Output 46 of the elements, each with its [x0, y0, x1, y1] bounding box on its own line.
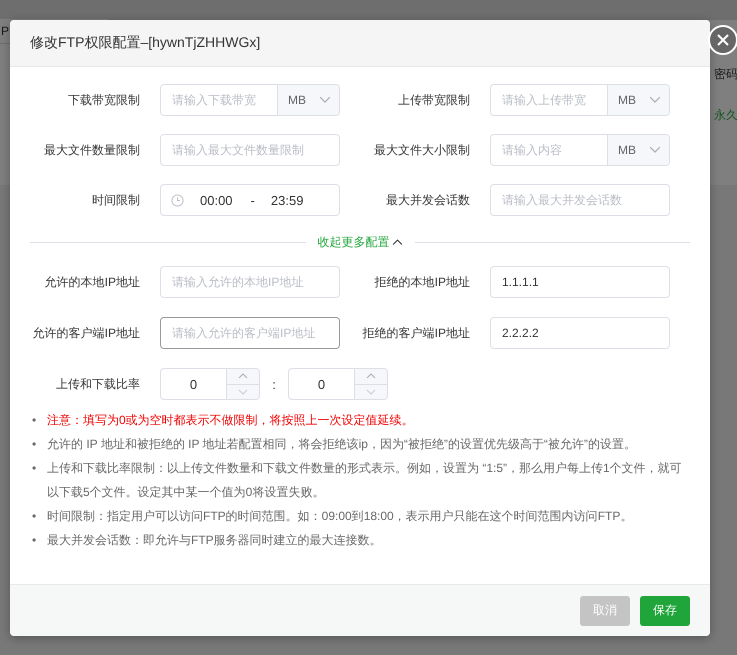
chevron-down-icon [238, 388, 248, 395]
input-field[interactable]: 1.1.1.1 [490, 266, 670, 298]
clock-icon [171, 194, 184, 206]
field-label: 最大文件大小限制 [373, 142, 470, 158]
bullet: • [32, 412, 38, 429]
unit-select[interactable]: MB [277, 85, 339, 115]
field-label: 允许的客户端IP地址 [32, 324, 140, 342]
field-label: 上传和下载比率 [55, 376, 140, 392]
note-text: 允许的 IP 地址和被拒绝的 IP 地址若配置相同，将会拒绝该ip，因为“被拒绝”的设置优先级高于“被允许”的设置。 [47, 436, 636, 453]
bandwidth-field[interactable]: 请输入下载带宽 MB [160, 84, 340, 116]
bandwidth-field[interactable]: 请输入内容 MB [490, 134, 670, 166]
note-text: 最大并发会话数：即允许与FTP服务器同时建立的最大连接数。 [47, 532, 382, 549]
chevron-down-icon [319, 96, 331, 104]
bullet: • [32, 508, 38, 525]
field-label: 拒绝的客户端IP地址 [362, 324, 470, 342]
unit-select[interactable]: MB [607, 135, 669, 165]
input-field[interactable]: 2.2.2.2 [490, 317, 670, 349]
bullet: • [32, 460, 38, 477]
field-label: 允许的本地IP地址 [44, 274, 140, 290]
field-label: 下载带宽限制 [67, 92, 140, 108]
time-range-field[interactable]: 00:00 - 23:59 [160, 184, 340, 216]
field-label: 上传带宽限制 [397, 92, 470, 108]
note-text: 注意：填写为0或为空时都表示不做限制，将按照上一次设定值延续。 [47, 412, 414, 429]
number-field[interactable]: 0 [160, 368, 260, 400]
dialog-title: 修改FTP权限配置–[hywnTjZHHWGx] [30, 34, 260, 52]
field-label: 时间限制 [91, 192, 140, 208]
chevron-up-icon [238, 373, 248, 380]
bullet: • [32, 532, 38, 549]
chevron-icon [392, 238, 402, 246]
collapse-toggle[interactable]: 收起更多配置 [306, 234, 414, 250]
bandwidth-field[interactable]: 请输入上传带宽 MB [490, 84, 670, 116]
field-label: 拒绝的本地IP地址 [374, 274, 470, 290]
bullet: • [32, 436, 38, 453]
unit-select[interactable]: MB [607, 85, 669, 115]
number-field[interactable]: 0 [288, 368, 388, 400]
note-text: 时间限制：指定用户可以访问FTP的时间范围。如：09:00到18:00，表示用户只能在这个时间范围内访问FTP。 [47, 508, 632, 525]
field-label: 最大并发会话数 [385, 192, 470, 208]
field-label: 最大文件数量限制 [43, 142, 140, 158]
close-icon [716, 33, 730, 47]
ratio-separator: : [271, 376, 277, 392]
chevron-up-icon [366, 373, 376, 380]
chevron-down-icon [649, 146, 661, 154]
chevron-down-icon [366, 388, 376, 395]
save-button[interactable]: 保存 [640, 596, 690, 626]
chevron-down-icon [649, 96, 661, 104]
note-text: 上传和下载比率限制：以上传文件数量和下载文件数量的形式表示。例如，设置为 “1:5”，那么用户每上传1个文件，就可以下载5个文件。设定其中某一个值为0将设置失败。 [47, 460, 683, 501]
